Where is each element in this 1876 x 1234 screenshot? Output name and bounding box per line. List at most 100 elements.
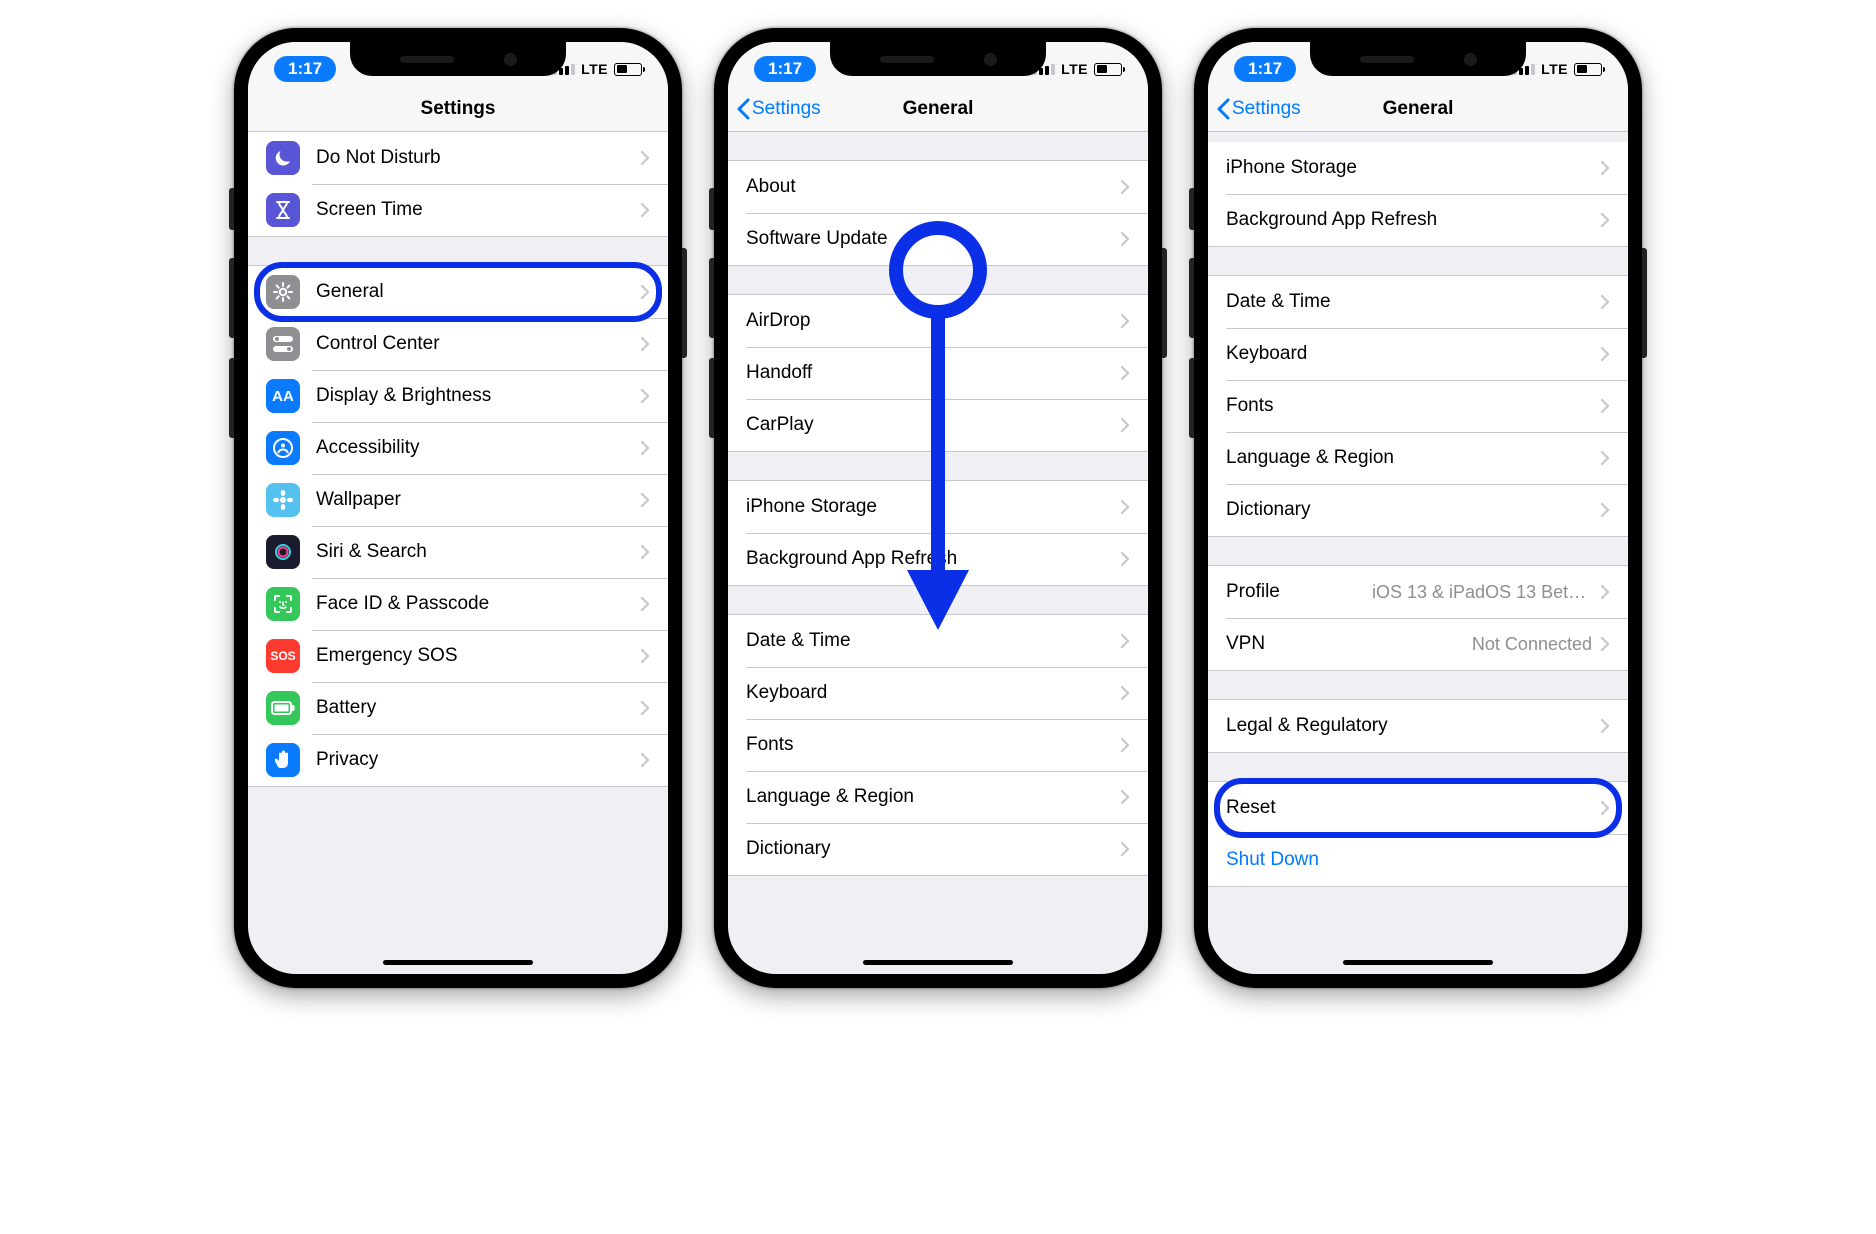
row-label: Software Update	[746, 228, 1120, 250]
row-keyboard[interactable]: Keyboard	[1208, 328, 1628, 380]
status-time: 1:17	[754, 56, 816, 82]
row-label: Fonts	[746, 734, 1120, 756]
settings-group: About Software Update	[728, 160, 1148, 266]
settings-group: Legal & Regulatory	[1208, 699, 1628, 753]
toggles-icon	[266, 327, 300, 361]
person-circle-icon	[266, 431, 300, 465]
row-screen-time[interactable]: Screen Time	[248, 184, 668, 236]
settings-group: Reset Shut Down	[1208, 781, 1628, 887]
screen-3: 1:17 LTE Settings General iPhone Storage…	[1208, 42, 1628, 974]
home-indicator[interactable]	[863, 960, 1013, 965]
screen-2: 1:17 LTE Settings General AboutSoftware …	[728, 42, 1148, 974]
battery-icon	[614, 63, 642, 76]
hourglass-icon	[266, 193, 300, 227]
chevron-right-icon	[1120, 417, 1130, 433]
row-label: iPhone Storage	[1226, 157, 1600, 179]
row-label: Screen Time	[316, 199, 640, 221]
row-label: Wallpaper	[316, 489, 640, 511]
row-language-region[interactable]: Language & Region	[728, 771, 1148, 823]
row-label: Battery	[316, 697, 640, 719]
row-emergency-sos[interactable]: SOSEmergency SOS	[248, 630, 668, 682]
home-indicator[interactable]	[1343, 960, 1493, 965]
row-background-app-refresh[interactable]: Background App Refresh	[728, 533, 1148, 585]
row-general[interactable]: General	[248, 266, 668, 318]
row-detail: Not Connected	[1472, 634, 1592, 655]
chevron-right-icon	[640, 492, 650, 508]
chevron-right-icon	[1120, 551, 1130, 567]
home-indicator[interactable]	[383, 960, 533, 965]
chevron-right-icon	[1600, 636, 1610, 652]
row-control-center[interactable]: Control Center	[248, 318, 668, 370]
face-icon	[266, 587, 300, 621]
row-label: General	[316, 281, 640, 303]
chevron-right-icon	[1120, 841, 1130, 857]
row-iphone-storage[interactable]: iPhone Storage	[728, 481, 1148, 533]
row-shut-down[interactable]: Shut Down	[1208, 834, 1628, 886]
row-battery[interactable]: Battery	[248, 682, 668, 734]
settings-list[interactable]: Do Not Disturb Screen Time General Control …	[248, 132, 668, 787]
row-profile[interactable]: ProfileiOS 13 & iPadOS 13 Beta Softwar..…	[1208, 566, 1628, 618]
moon-icon	[266, 141, 300, 175]
row-fonts[interactable]: Fonts	[1208, 380, 1628, 432]
row-wallpaper[interactable]: Wallpaper	[248, 474, 668, 526]
row-language-region[interactable]: Language & Region	[1208, 432, 1628, 484]
row-dictionary[interactable]: Dictionary	[1208, 484, 1628, 536]
notch	[1310, 42, 1526, 76]
row-dictionary[interactable]: Dictionary	[728, 823, 1148, 875]
row-handoff[interactable]: Handoff	[728, 347, 1148, 399]
back-button[interactable]: Settings	[1216, 98, 1301, 120]
row-label: Reset	[1226, 797, 1600, 819]
chevron-right-icon	[1120, 231, 1130, 247]
row-airdrop[interactable]: AirDrop	[728, 295, 1148, 347]
row-keyboard[interactable]: Keyboard	[728, 667, 1148, 719]
row-label: Display & Brightness	[316, 385, 640, 407]
back-label: Settings	[1232, 98, 1301, 120]
row-carplay[interactable]: CarPlay	[728, 399, 1148, 451]
row-label: Keyboard	[1226, 343, 1600, 365]
row-accessibility[interactable]: Accessibility	[248, 422, 668, 474]
row-label: Dictionary	[746, 838, 1120, 860]
AA-icon: AA	[266, 379, 300, 413]
row-label: Dictionary	[1226, 499, 1600, 521]
chevron-right-icon	[1600, 294, 1610, 310]
row-iphone-storage[interactable]: iPhone Storage	[1208, 142, 1628, 194]
row-do-not-disturb[interactable]: Do Not Disturb	[248, 132, 668, 184]
row-fonts[interactable]: Fonts	[728, 719, 1148, 771]
general-list[interactable]: About Software Update AirDrop Handoff CarPla…	[728, 160, 1148, 876]
row-label: Date & Time	[1226, 291, 1600, 313]
row-date-time[interactable]: Date & Time	[728, 615, 1148, 667]
chevron-right-icon	[640, 596, 650, 612]
chevron-right-icon	[640, 700, 650, 716]
back-button[interactable]: Settings	[736, 98, 821, 120]
row-legal-regulatory[interactable]: Legal & Regulatory	[1208, 700, 1628, 752]
row-vpn[interactable]: VPNNot Connected	[1208, 618, 1628, 670]
hand-icon	[266, 743, 300, 777]
nav-bar: Settings	[248, 86, 668, 132]
row-display-brightness[interactable]: AA Display & Brightness	[248, 370, 668, 422]
chevron-right-icon	[1120, 365, 1130, 381]
settings-group: General Control Center AA Display & Brightn…	[248, 265, 668, 787]
row-label: Date & Time	[746, 630, 1120, 652]
row-siri-search[interactable]: Siri & Search	[248, 526, 668, 578]
chevron-right-icon	[1120, 737, 1130, 753]
row-privacy[interactable]: Privacy	[248, 734, 668, 786]
chevron-right-icon	[1600, 160, 1610, 176]
row-software-update[interactable]: Software Update	[728, 213, 1148, 265]
nav-bar: Settings General	[728, 86, 1148, 132]
row-label: Background App Refresh	[1226, 209, 1600, 231]
chevron-right-icon	[1120, 789, 1130, 805]
chevron-left-icon	[736, 98, 750, 120]
row-reset[interactable]: Reset	[1208, 782, 1628, 834]
battery-icon	[1094, 63, 1122, 76]
status-time: 1:17	[274, 56, 336, 82]
row-date-time[interactable]: Date & Time	[1208, 276, 1628, 328]
general-list-scrolled[interactable]: iPhone Storage Background App Refresh Date…	[1208, 142, 1628, 887]
settings-group: Date & Time Keyboard FontsLanguage & Regio…	[1208, 275, 1628, 537]
row-label: Handoff	[746, 362, 1120, 384]
row-label: Siri & Search	[316, 541, 640, 563]
row-background-app-refresh[interactable]: Background App Refresh	[1208, 194, 1628, 246]
row-label: Emergency SOS	[316, 645, 640, 667]
chevron-right-icon	[640, 150, 650, 166]
row-about[interactable]: About	[728, 161, 1148, 213]
row-face-id-passcode[interactable]: Face ID & Passcode	[248, 578, 668, 630]
